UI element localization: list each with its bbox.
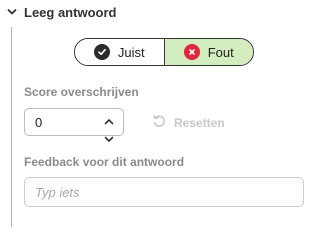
- reset-button[interactable]: Resetten: [152, 114, 225, 131]
- feedback-label: Feedback voor dit antwoord: [24, 155, 185, 169]
- x-circle-icon: [183, 44, 200, 60]
- feedback-input[interactable]: [25, 178, 303, 206]
- feedback-field: [24, 177, 304, 207]
- section-title: Leeg antwoord: [24, 4, 117, 20]
- chevron-down-icon[interactable]: [104, 130, 114, 148]
- score-value[interactable]: 0: [35, 115, 42, 130]
- correct-option-button[interactable]: Juist: [75, 39, 165, 65]
- correct-option-label: Juist: [117, 44, 145, 60]
- reset-icon: [152, 114, 166, 131]
- reset-label: Resetten: [174, 115, 225, 130]
- chevron-up-icon[interactable]: [104, 112, 114, 130]
- stepper-controls: [103, 112, 115, 142]
- score-stepper[interactable]: 0: [24, 108, 124, 142]
- section-header[interactable]: Leeg antwoord: [6, 2, 116, 22]
- empty-answer-panel: Leeg antwoord Juist Fout Score overschri…: [0, 0, 320, 240]
- chevron-down-icon[interactable]: [6, 6, 18, 18]
- wrong-option-label: Fout: [207, 44, 234, 60]
- correct-wrong-toggle: Juist Fout: [74, 38, 254, 66]
- score-override-label: Score overschrijven: [24, 85, 139, 99]
- section-accent-line: [11, 27, 12, 227]
- wrong-option-button[interactable]: Fout: [164, 39, 253, 65]
- check-circle-icon: [93, 44, 110, 60]
